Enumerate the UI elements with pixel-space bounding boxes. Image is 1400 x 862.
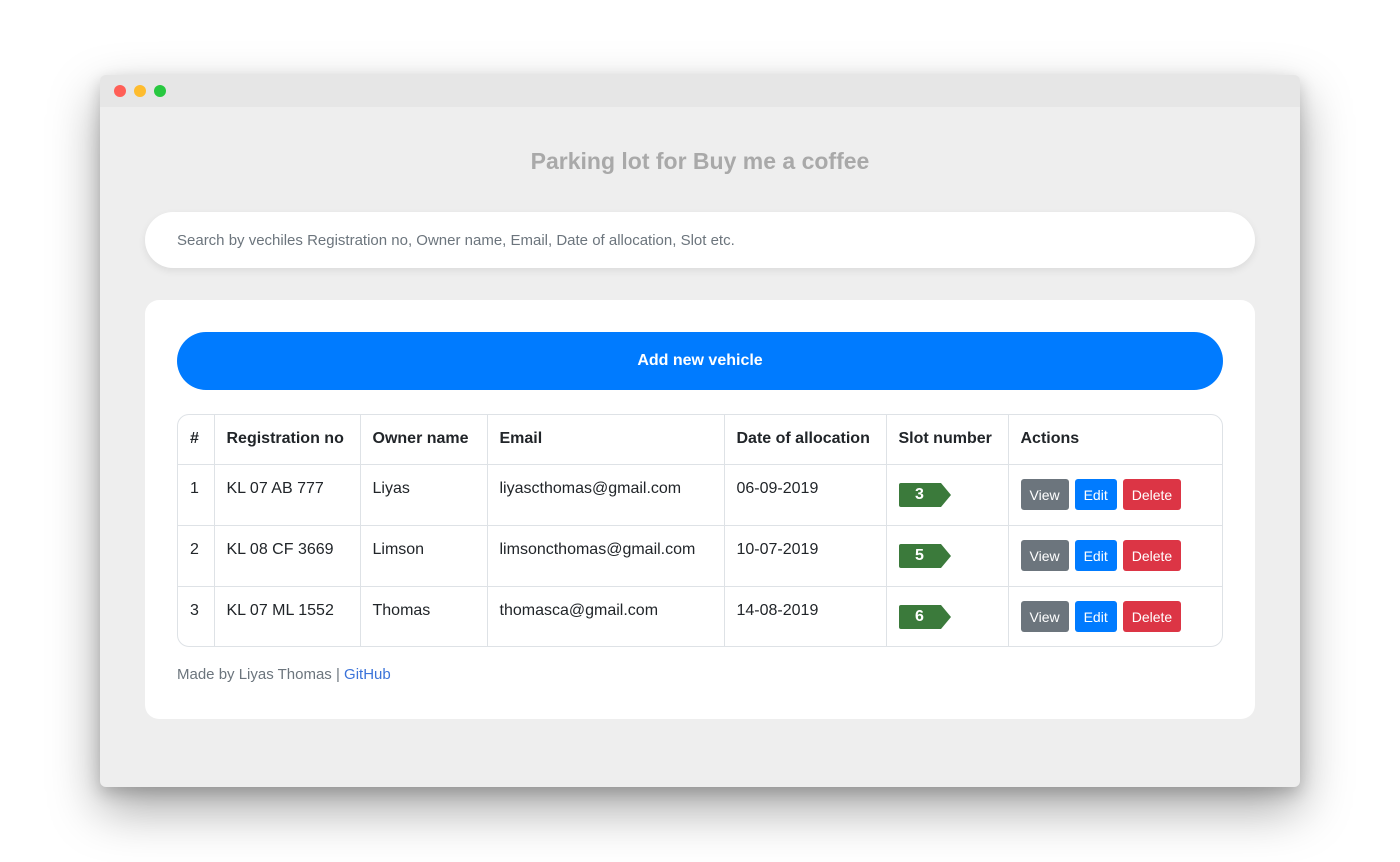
header-date: Date of allocation <box>724 415 887 465</box>
delete-button[interactable]: Delete <box>1122 601 1182 633</box>
edit-button[interactable]: Edit <box>1074 601 1117 633</box>
header-slot: Slot number <box>886 415 1009 465</box>
github-link[interactable]: GitHub <box>344 666 391 683</box>
row-slot-cell: 5 <box>886 525 1009 587</box>
minimize-window-icon[interactable] <box>134 85 146 97</box>
browser-window: Parking lot for Buy me a coffee Add new … <box>100 75 1300 787</box>
footer: Made by Liyas Thomas | GitHub <box>177 666 391 683</box>
header-owner: Owner name <box>360 415 488 465</box>
row-email: liyascthomas@gmail.com <box>487 464 725 526</box>
delete-button[interactable]: Delete <box>1122 540 1182 571</box>
row-index: 2 <box>178 525 215 587</box>
search-bar <box>145 212 1255 268</box>
row-actions: View Edit Delete <box>1008 586 1222 646</box>
edit-button[interactable]: Edit <box>1074 540 1117 571</box>
row-registration: KL 08 CF 3669 <box>214 525 361 587</box>
header-index: # <box>178 415 215 465</box>
window-titlebar <box>100 75 1300 107</box>
row-actions: View Edit Delete <box>1008 464 1222 526</box>
add-vehicle-button[interactable]: Add new vehicle <box>177 332 1223 390</box>
row-registration: KL 07 ML 1552 <box>214 586 361 646</box>
row-owner: Limson <box>360 525 488 587</box>
row-date: 06-09-2019 <box>724 464 887 526</box>
row-slot-cell: 6 <box>886 586 1009 646</box>
edit-button[interactable]: Edit <box>1074 479 1117 510</box>
vehicles-table-container: # Registration no Owner name Email Date … <box>177 414 1223 647</box>
row-owner: Thomas <box>360 586 488 646</box>
close-window-icon[interactable] <box>114 85 126 97</box>
vehicles-table: # Registration no Owner name Email Date … <box>178 415 1222 646</box>
header-actions: Actions <box>1008 415 1222 465</box>
main-card: Add new vehicle # Registration no Owner … <box>145 300 1255 719</box>
footer-credit: Made by Liyas Thomas | <box>177 666 340 683</box>
row-email: thomasca@gmail.com <box>487 586 725 646</box>
row-owner: Liyas <box>360 464 488 526</box>
slot-badge: 6 <box>898 604 951 629</box>
row-index: 3 <box>178 586 215 646</box>
row-date: 10-07-2019 <box>724 525 887 587</box>
slot-badge: 3 <box>898 482 951 507</box>
slot-badge: 5 <box>898 543 951 568</box>
header-email: Email <box>487 415 725 465</box>
view-button[interactable]: View <box>1020 601 1069 633</box>
row-date: 14-08-2019 <box>724 586 887 646</box>
row-registration: KL 07 AB 777 <box>214 464 361 526</box>
search-input[interactable] <box>145 212 1255 268</box>
table-row: 3 KL 07 ML 1552 Thomas thomasca@gmail.co… <box>178 586 1222 646</box>
maximize-window-icon[interactable] <box>154 85 166 97</box>
table-header-row: # Registration no Owner name Email Date … <box>178 415 1222 465</box>
header-registration: Registration no <box>214 415 361 465</box>
row-index: 1 <box>178 464 215 526</box>
row-actions: View Edit Delete <box>1008 525 1222 587</box>
view-button[interactable]: View <box>1020 540 1069 571</box>
table-row: 2 KL 08 CF 3669 Limson limsoncthomas@gma… <box>178 525 1222 587</box>
row-slot-cell: 3 <box>886 464 1009 526</box>
page-title: Parking lot for Buy me a coffee <box>530 148 870 174</box>
view-button[interactable]: View <box>1020 479 1069 510</box>
row-email: limsoncthomas@gmail.com <box>487 525 725 587</box>
table-row: 1 KL 07 AB 777 Liyas liyascthomas@gmail.… <box>178 464 1222 526</box>
delete-button[interactable]: Delete <box>1122 479 1182 510</box>
